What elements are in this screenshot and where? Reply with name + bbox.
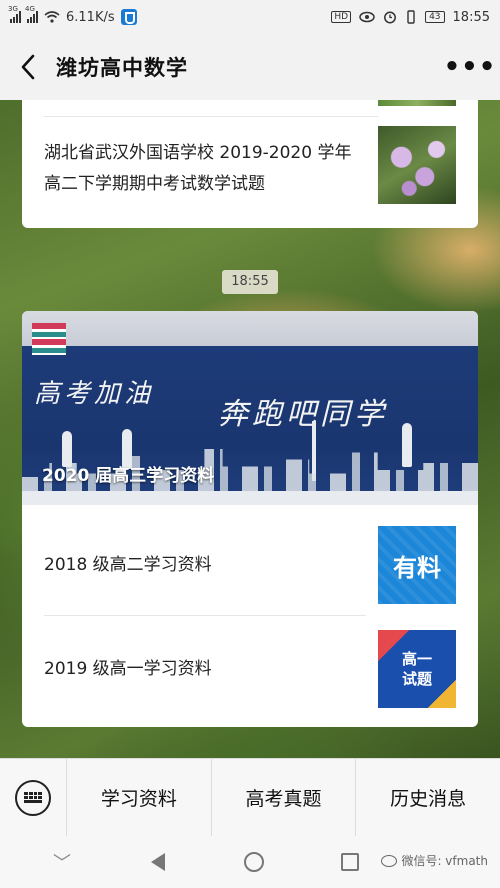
eye-icon [359, 11, 375, 23]
divider [44, 116, 378, 117]
menu-item-history[interactable]: 历史消息 [355, 758, 500, 837]
flag-graphic [32, 323, 66, 355]
flower-thumbnail[interactable] [378, 126, 456, 204]
message-timestamp: 18:55 [222, 270, 278, 294]
collapse-nav-button[interactable]: ﹀ [14, 836, 110, 888]
article-card[interactable]: 湖北省武汉外国语学校 2019-2020 学年高二下学期期中考试数学试题 [22, 100, 478, 228]
home-circle-icon [244, 852, 264, 872]
thumbnail-image [378, 100, 456, 106]
signal-icon: 3G [8, 5, 21, 23]
banner-chalk-text: 高考加油 [34, 379, 155, 409]
more-dots-icon[interactable]: ••• [440, 52, 500, 82]
network-speed: 6.11K/s [66, 9, 115, 25]
alarm-icon [384, 11, 397, 24]
wechat-icon [381, 854, 398, 867]
title-bar: 潍坊高中数学 ••• [0, 34, 500, 100]
clock: 18:55 [452, 9, 490, 25]
watermark: 微信号: vfmath [381, 852, 488, 869]
article-card: 高考加油 奔跑吧同学 2020 届高三学习资料 2018 级高二学习资料 有料 … [22, 311, 478, 727]
recents-square-icon [341, 853, 359, 871]
signal-icon: 4G [25, 5, 38, 23]
status-bar: 3G 4G 6.11K/s HD 43 18:55 [0, 0, 500, 34]
hd-badge: HD [331, 11, 352, 23]
shield-icon [120, 9, 137, 25]
keyboard-icon[interactable] [0, 759, 66, 837]
home-nav-button[interactable] [206, 836, 302, 888]
banner-caption[interactable]: 2020 届高三学习资料 [42, 461, 214, 486]
page-title: 潍坊高中数学 [56, 56, 188, 80]
bottom-menu: 学习资料 高考真题 历史消息 [0, 758, 500, 837]
banner-chalk-text: 奔跑吧同学 [218, 397, 388, 432]
youliao-thumbnail[interactable]: 有料 [378, 526, 456, 604]
back-nav-button[interactable] [110, 836, 206, 888]
banner-image[interactable]: 高考加油 奔跑吧同学 2020 届高三学习资料 [22, 311, 478, 505]
battery-icon: 43 [425, 11, 445, 23]
wifi-icon [44, 11, 60, 23]
chevron-down-icon: ﹀ [53, 853, 71, 874]
menu-item-study-materials[interactable]: 学习资料 [66, 758, 211, 837]
list-item-label[interactable]: 2019 级高一学习资料 [44, 617, 212, 721]
list-item-label[interactable]: 2018 级高二学习资料 [44, 513, 212, 617]
menu-item-exam-papers[interactable]: 高考真题 [210, 758, 356, 837]
list-item[interactable]: 2018 级高二学习资料 有料 [22, 513, 478, 617]
triangle-back-icon [151, 853, 165, 871]
article-title[interactable]: 湖北省武汉外国语学校 2019-2020 学年高二下学期期中考试数学试题 [44, 138, 364, 200]
divider [44, 615, 366, 616]
tower-graphic [312, 421, 316, 481]
figure-graphic [402, 423, 412, 467]
chevron-left-icon[interactable] [0, 34, 56, 100]
list-item[interactable]: 2019 级高一学习资料 高一 试题 [22, 617, 478, 721]
gaoyi-thumbnail[interactable]: 高一 试题 [378, 630, 456, 708]
vibrate-icon [407, 10, 415, 24]
